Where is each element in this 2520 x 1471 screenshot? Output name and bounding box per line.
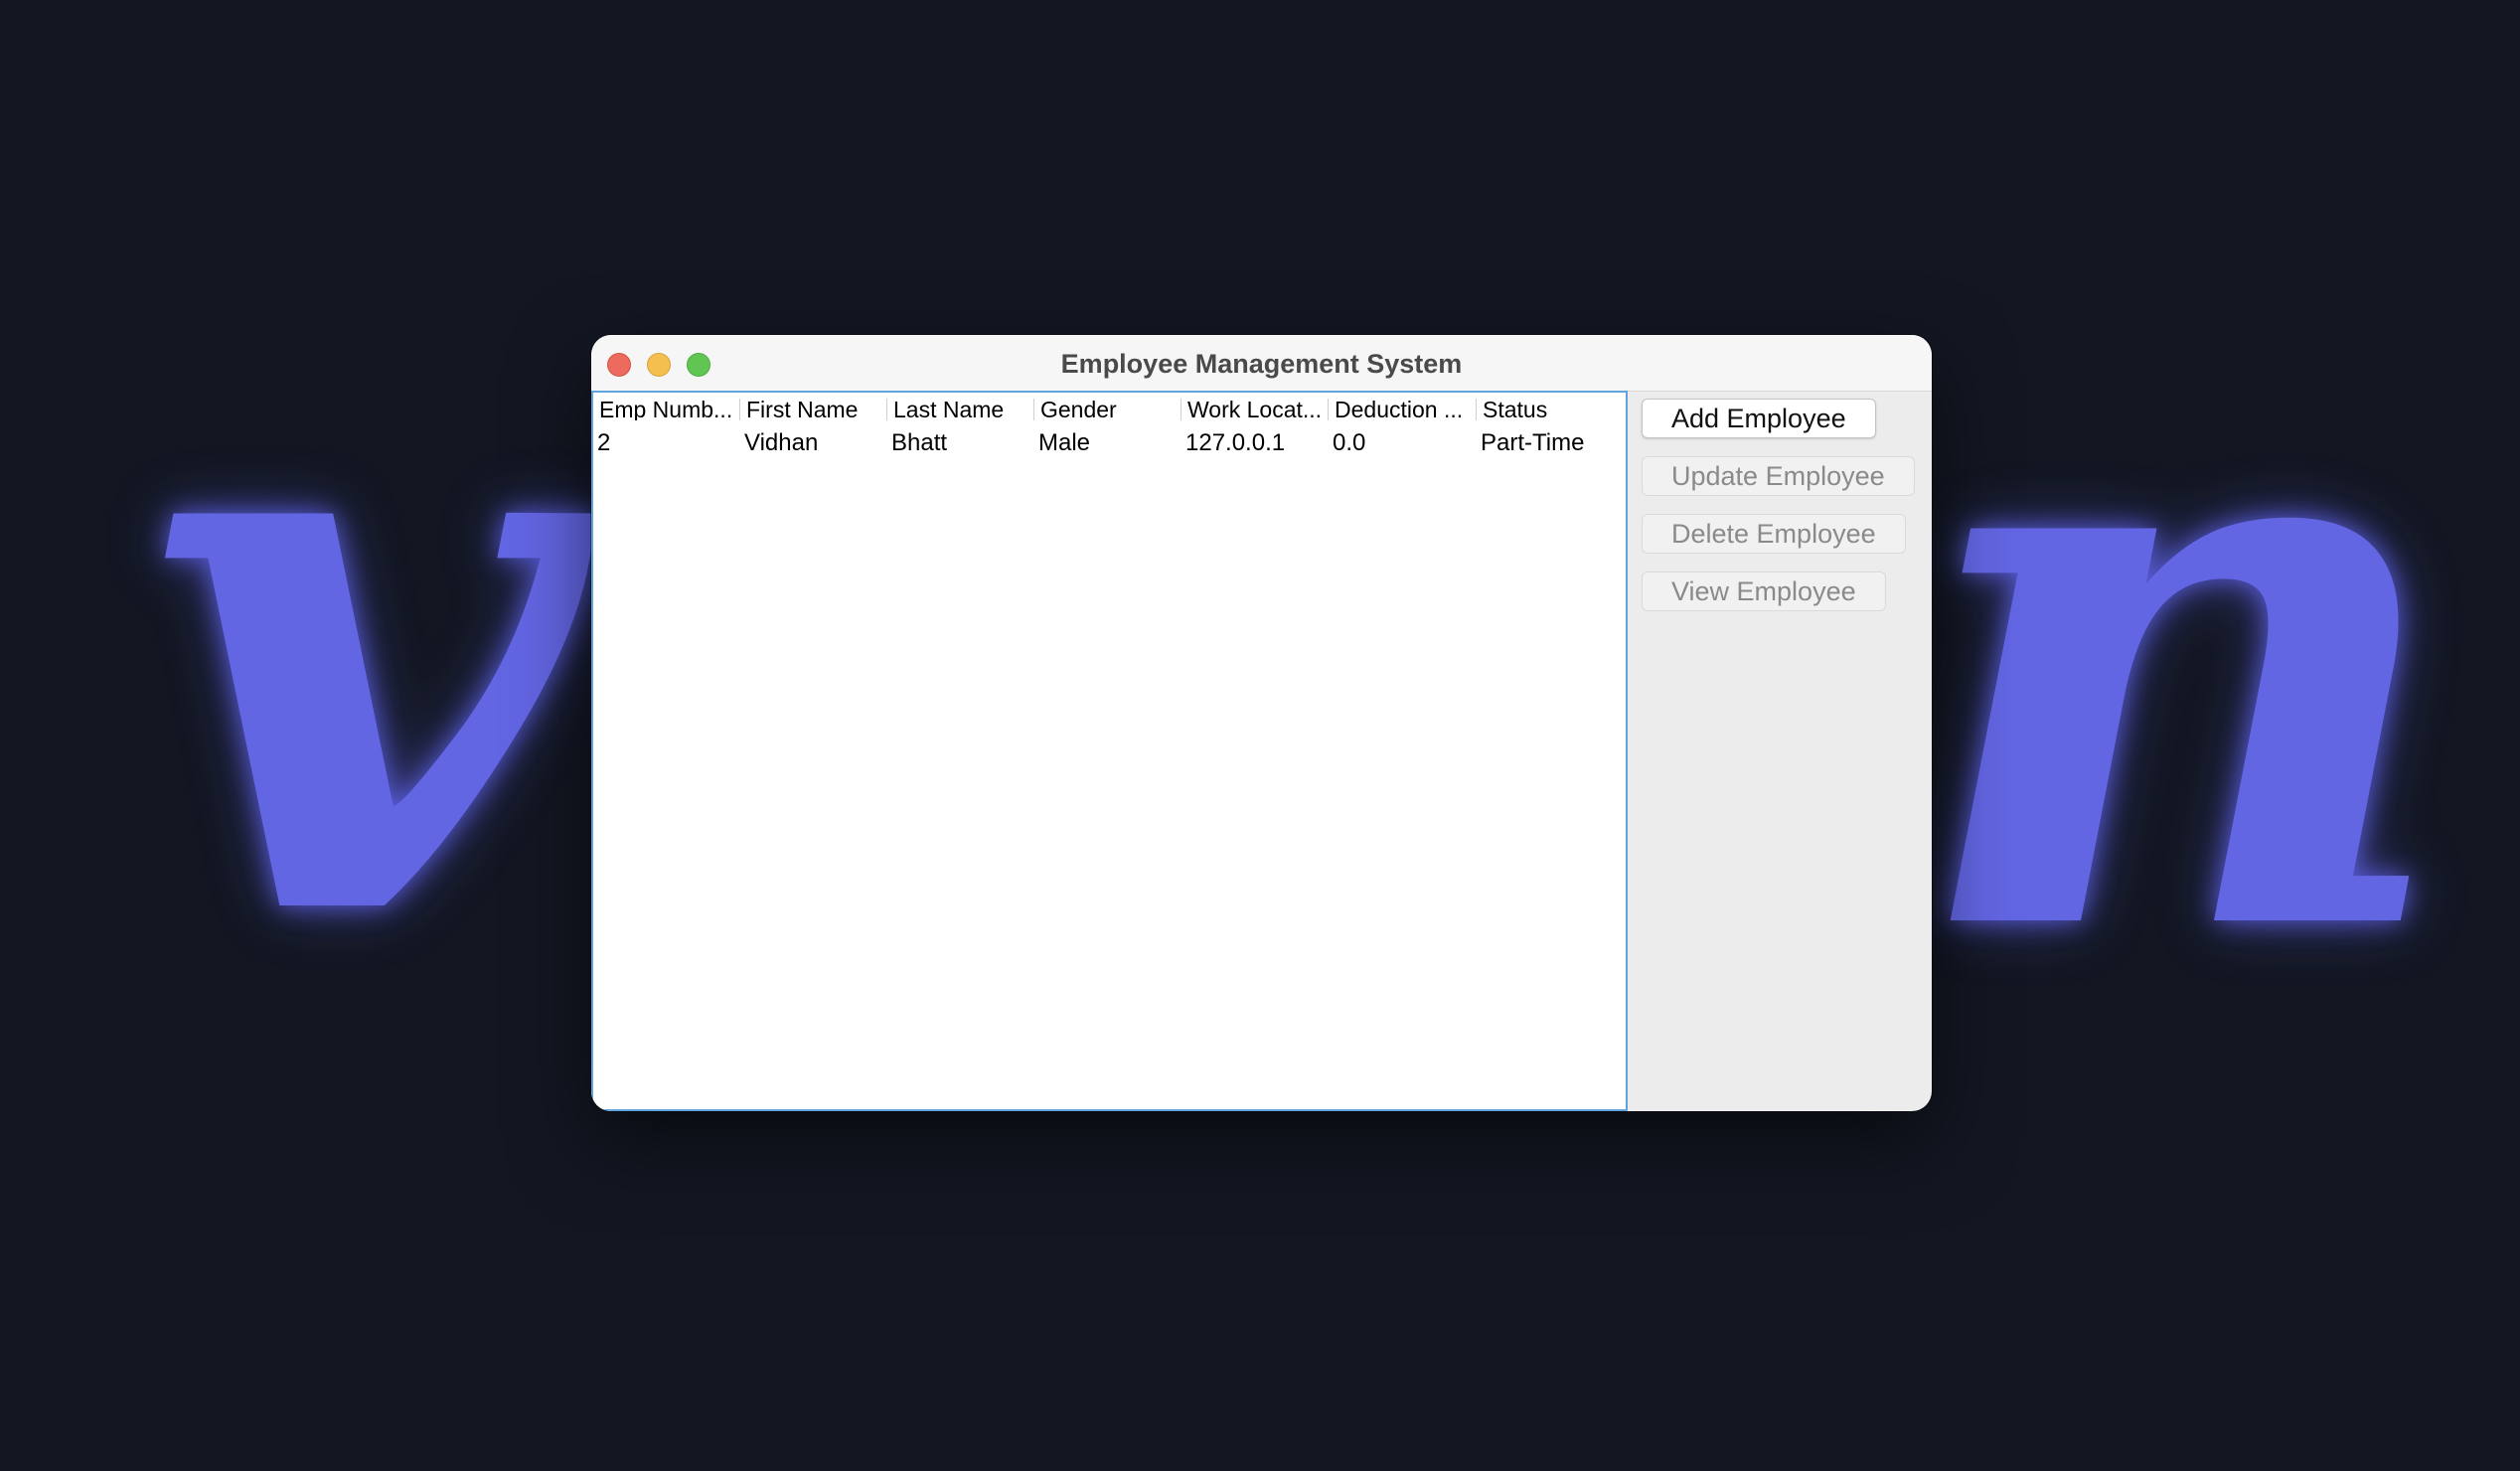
column-header-deduction[interactable]: Deduction ... [1329, 399, 1477, 420]
view-employee-button[interactable]: View Employee [1642, 572, 1886, 611]
column-header-work-location[interactable]: Work Locat... [1181, 399, 1329, 420]
column-header-last-name[interactable]: Last Name [887, 399, 1034, 420]
title-bar[interactable]: Employee Management System [591, 335, 1932, 392]
column-header-status[interactable]: Status [1477, 399, 1626, 420]
cell-status[interactable]: Part-Time [1477, 429, 1626, 457]
wallpaper-logo-letter-right: n [1908, 212, 2457, 1099]
app-window: Employee Management System Emp Numb... F… [591, 335, 1932, 1111]
cell-deduction[interactable]: 0.0 [1329, 429, 1477, 457]
cell-first-name[interactable]: Vidhan [740, 429, 887, 457]
update-employee-button[interactable]: Update Employee [1642, 456, 1915, 496]
column-header-first-name[interactable]: First Name [740, 399, 887, 420]
window-title: Employee Management System [1060, 349, 1463, 379]
cell-gender[interactable]: Male [1034, 429, 1181, 457]
delete-employee-button[interactable]: Delete Employee [1642, 514, 1906, 554]
cell-last-name[interactable]: Bhatt [887, 429, 1034, 457]
column-header-emp-number[interactable]: Emp Numb... [593, 399, 740, 420]
action-buttons: Add Employee Update Employee Delete Empl… [1642, 399, 1915, 629]
table-header: Emp Numb... First Name Last Name Gender … [593, 393, 1626, 426]
employee-table[interactable]: Emp Numb... First Name Last Name Gender … [591, 391, 1628, 1111]
table-row[interactable]: 2 Vidhan Bhatt Male 127.0.0.1 0.0 Part-T… [593, 426, 1626, 460]
cell-work-location[interactable]: 127.0.0.1 [1181, 429, 1329, 457]
wallpaper-logo-letter-left: v [149, 197, 588, 1084]
add-employee-button[interactable]: Add Employee [1642, 399, 1876, 438]
cell-emp-number[interactable]: 2 [593, 429, 740, 457]
column-header-gender[interactable]: Gender [1034, 399, 1181, 420]
